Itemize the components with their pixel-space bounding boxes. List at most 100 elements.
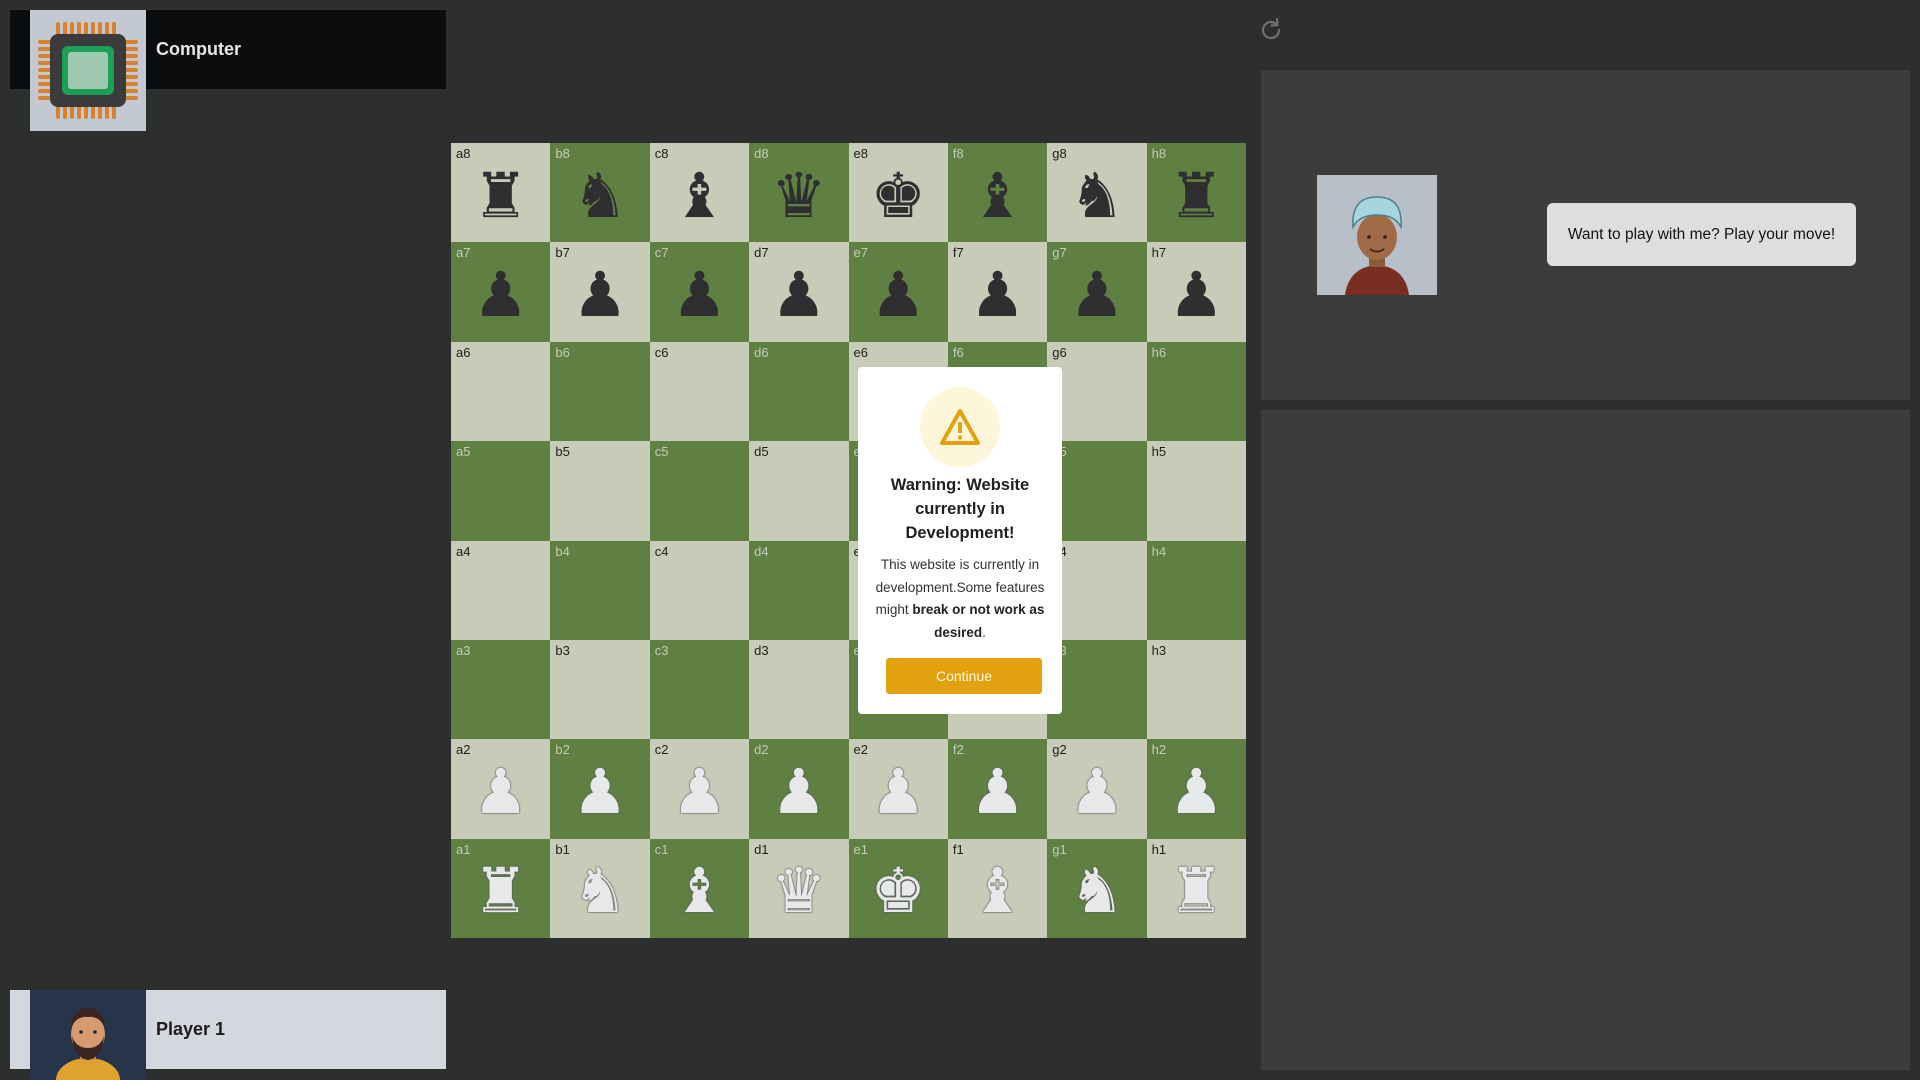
square-b4[interactable]: b4 — [550, 540, 650, 640]
square-d7[interactable]: d7 ♟ — [749, 242, 849, 342]
square-b7[interactable]: b7 ♟ — [550, 242, 650, 342]
square-label: b4 — [555, 543, 570, 559]
white-bishop-piece[interactable]: ♝ — [948, 845, 1047, 938]
square-a5[interactable]: a5 — [451, 441, 551, 541]
white-knight-piece[interactable]: ♞ — [1047, 845, 1146, 938]
square-e8[interactable]: e8 ♚ — [848, 143, 948, 243]
square-a8[interactable]: a8 ♜ — [451, 143, 551, 243]
square-g8[interactable]: g8 ♞ — [1047, 143, 1147, 243]
square-g3[interactable]: g3 — [1047, 639, 1147, 740]
square-c5[interactable]: c5 — [649, 441, 750, 541]
square-a3[interactable]: a3 — [451, 639, 551, 740]
square-h7[interactable]: h7 ♟ — [1146, 242, 1246, 342]
square-d6[interactable]: d6 — [749, 341, 849, 442]
black-pawn-piece[interactable]: ♟ — [849, 248, 948, 341]
black-pawn-piece[interactable]: ♟ — [1047, 248, 1146, 341]
white-rook-piece[interactable]: ♜ — [1147, 845, 1246, 938]
white-pawn-piece[interactable]: ♟ — [849, 745, 948, 838]
square-h8[interactable]: h8 ♜ — [1146, 143, 1246, 243]
square-h4[interactable]: h4 — [1146, 540, 1246, 640]
square-f2[interactable]: f2 ♟ — [947, 739, 1048, 839]
square-d4[interactable]: d4 — [749, 540, 849, 640]
square-b1[interactable]: b1 ♞ — [550, 838, 650, 938]
black-queen-piece[interactable]: ♛ — [749, 149, 848, 242]
square-c7[interactable]: c7 ♟ — [649, 242, 750, 342]
square-label: g6 — [1052, 344, 1067, 360]
black-pawn-piece[interactable]: ♟ — [1147, 248, 1246, 341]
white-king-piece[interactable]: ♚ — [849, 845, 948, 938]
square-e1[interactable]: e1 ♚ — [848, 838, 948, 938]
square-h3[interactable]: h3 — [1146, 639, 1246, 740]
black-pawn-piece[interactable]: ♟ — [650, 248, 749, 341]
square-g6[interactable]: g6 — [1047, 341, 1147, 442]
square-label: e6 — [853, 344, 868, 360]
modal-message: This website is currently in development… — [872, 554, 1048, 644]
chess-board[interactable]: a8 ♜ b8 ♞ c8 ♝ d8 ♛ e8 ♚ f8 ♝ g8 ♞ h8 ♜ a7 ♟ b7 ♟ c7 ♟ d7 ♟ e7 ♟ f… — [451, 143, 1246, 938]
square-g5[interactable]: g5 — [1047, 441, 1147, 541]
square-b8[interactable]: b8 ♞ — [550, 143, 650, 243]
square-a4[interactable]: a4 — [451, 540, 551, 640]
black-pawn-piece[interactable]: ♟ — [948, 248, 1047, 341]
square-h1[interactable]: h1 ♜ — [1146, 838, 1246, 938]
square-g2[interactable]: g2 ♟ — [1047, 739, 1147, 839]
black-rook-piece[interactable]: ♜ — [1147, 149, 1246, 242]
white-pawn-piece[interactable]: ♟ — [550, 745, 649, 838]
white-pawn-piece[interactable]: ♟ — [451, 745, 550, 838]
square-b5[interactable]: b5 — [550, 441, 650, 541]
square-c1[interactable]: c1 ♝ — [649, 838, 750, 938]
square-d2[interactable]: d2 ♟ — [749, 739, 849, 839]
black-bishop-piece[interactable]: ♝ — [948, 149, 1047, 242]
square-h5[interactable]: h5 — [1146, 441, 1246, 541]
black-pawn-piece[interactable]: ♟ — [550, 248, 649, 341]
black-knight-piece[interactable]: ♞ — [550, 149, 649, 242]
white-pawn-piece[interactable]: ♟ — [1147, 745, 1246, 838]
square-c6[interactable]: c6 — [649, 341, 750, 442]
white-pawn-piece[interactable]: ♟ — [749, 745, 848, 838]
square-b3[interactable]: b3 — [550, 639, 650, 740]
square-c8[interactable]: c8 ♝ — [649, 143, 750, 243]
black-bishop-piece[interactable]: ♝ — [650, 149, 749, 242]
square-d1[interactable]: d1 ♛ — [749, 838, 849, 938]
square-f1[interactable]: f1 ♝ — [947, 838, 1048, 938]
black-knight-piece[interactable]: ♞ — [1047, 149, 1146, 242]
square-a7[interactable]: a7 ♟ — [451, 242, 551, 342]
warning-modal: Warning: Website currently in Developmen… — [858, 367, 1062, 714]
square-b2[interactable]: b2 ♟ — [550, 739, 650, 839]
black-rook-piece[interactable]: ♜ — [451, 149, 550, 242]
square-label: c5 — [654, 444, 669, 460]
turban-person-icon — [1345, 196, 1409, 295]
square-e7[interactable]: e7 ♟ — [848, 242, 948, 342]
square-d3[interactable]: d3 — [749, 639, 849, 740]
square-h6[interactable]: h6 — [1146, 341, 1246, 442]
refresh-icon[interactable] — [1257, 16, 1285, 44]
white-knight-piece[interactable]: ♞ — [550, 845, 649, 938]
square-f8[interactable]: f8 ♝ — [947, 143, 1048, 243]
square-c2[interactable]: c2 ♟ — [649, 739, 750, 839]
square-a1[interactable]: a1 ♜ — [451, 838, 551, 938]
white-rook-piece[interactable]: ♜ — [451, 845, 550, 938]
square-label: c6 — [654, 344, 669, 360]
square-g1[interactable]: g1 ♞ — [1047, 838, 1147, 938]
black-pawn-piece[interactable]: ♟ — [749, 248, 848, 341]
white-queen-piece[interactable]: ♛ — [749, 845, 848, 938]
square-c3[interactable]: c3 — [649, 639, 750, 740]
white-pawn-piece[interactable]: ♟ — [948, 745, 1047, 838]
white-bishop-piece[interactable]: ♝ — [650, 845, 749, 938]
square-a6[interactable]: a6 — [451, 341, 551, 442]
square-c4[interactable]: c4 — [649, 540, 750, 640]
white-pawn-piece[interactable]: ♟ — [650, 745, 749, 838]
continue-button[interactable]: Continue — [886, 658, 1042, 694]
square-d5[interactable]: d5 — [749, 441, 849, 541]
square-f7[interactable]: f7 ♟ — [947, 242, 1048, 342]
square-b6[interactable]: b6 — [550, 341, 650, 442]
square-e2[interactable]: e2 ♟ — [848, 739, 948, 839]
square-h2[interactable]: h2 ♟ — [1146, 739, 1246, 839]
black-king-piece[interactable]: ♚ — [849, 149, 948, 242]
square-a2[interactable]: a2 ♟ — [451, 739, 551, 839]
black-pawn-piece[interactable]: ♟ — [451, 248, 550, 341]
player-avatar — [30, 990, 146, 1080]
square-g7[interactable]: g7 ♟ — [1047, 242, 1147, 342]
square-d8[interactable]: d8 ♛ — [749, 143, 849, 243]
square-g4[interactable]: g4 — [1047, 540, 1147, 640]
white-pawn-piece[interactable]: ♟ — [1047, 745, 1146, 838]
